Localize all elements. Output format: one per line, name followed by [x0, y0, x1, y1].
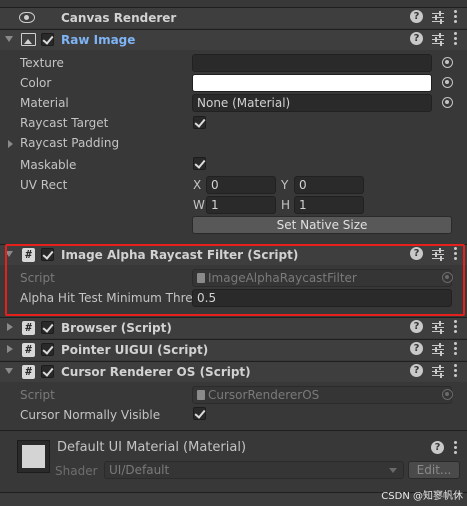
more-icon[interactable] [453, 441, 457, 454]
eyedropper-icon[interactable] [442, 77, 453, 88]
script-icon: # [22, 365, 35, 379]
uv-h-label[interactable]: H [281, 198, 290, 212]
component-title: Canvas Renderer [61, 11, 177, 25]
edit-shader-button[interactable]: Edit... [408, 461, 460, 479]
set-native-size-button[interactable]: Set Native Size [192, 216, 452, 234]
script-file-icon [197, 390, 205, 400]
fold-arrow-icon[interactable] [8, 140, 13, 148]
help-icon[interactable]: ? [410, 342, 423, 355]
chevron-down-icon [389, 468, 397, 473]
image-icon [21, 33, 36, 46]
fold-arrow-icon[interactable] [7, 323, 13, 331]
script-icon: # [22, 343, 35, 357]
color-field[interactable] [192, 74, 432, 92]
raw-image-header[interactable]: Raw Image ? [0, 29, 467, 50]
uv-w-label[interactable]: W [193, 198, 205, 212]
object-picker-icon[interactable] [442, 57, 453, 68]
texture-label: Texture [20, 56, 64, 70]
uv-y-field[interactable]: 0 [294, 176, 364, 194]
material-thumbnail[interactable] [17, 440, 50, 473]
maskable-label: Maskable [20, 158, 77, 172]
script-label: Script [20, 388, 55, 402]
pointer-uigui-header[interactable]: # Pointer UIGUI (Script) ? [0, 339, 467, 360]
component-title: Raw Image [61, 33, 136, 47]
uv-w-field[interactable]: 1 [206, 196, 276, 214]
fold-arrow-icon[interactable] [5, 368, 13, 374]
more-icon[interactable] [453, 342, 457, 355]
help-icon[interactable]: ? [410, 32, 423, 45]
canvas-renderer-header[interactable]: Canvas Renderer ? [0, 7, 467, 28]
help-icon[interactable]: ? [431, 441, 444, 454]
uv-h-field[interactable]: 1 [294, 196, 364, 214]
more-icon[interactable] [453, 364, 457, 377]
presets-icon[interactable] [432, 364, 444, 378]
shader-dropdown[interactable]: UI/Default [104, 461, 404, 479]
help-icon[interactable]: ? [410, 320, 423, 333]
uv-x-field[interactable]: 0 [206, 176, 276, 194]
help-icon[interactable]: ? [410, 10, 423, 23]
help-icon[interactable]: ? [410, 364, 423, 377]
maskable-checkbox[interactable] [193, 157, 206, 170]
material-label: Material [20, 96, 69, 110]
material-field[interactable]: None (Material) [192, 94, 432, 112]
presets-icon[interactable] [432, 32, 444, 46]
eye-icon [19, 12, 35, 23]
raycast-padding-label[interactable]: Raycast Padding [20, 136, 119, 150]
material-title: Default UI Material (Material) [57, 440, 247, 455]
cursor-renderer-header[interactable]: # Cursor Renderer OS (Script) ? [0, 361, 467, 382]
texture-field[interactable] [192, 54, 432, 72]
component-enabled-checkbox[interactable] [41, 33, 54, 46]
browser-header[interactable]: # Browser (Script) ? [0, 317, 467, 338]
fold-arrow-icon[interactable] [5, 36, 13, 42]
raycast-target-checkbox[interactable] [193, 116, 206, 129]
cursor-visible-checkbox[interactable] [193, 407, 206, 420]
cursor-visible-label: Cursor Normally Visible [20, 408, 161, 422]
watermark: CSDN @知寥帆休 [381, 491, 463, 502]
more-icon[interactable] [453, 32, 457, 45]
script-icon: # [22, 321, 35, 335]
highlight-box [5, 244, 465, 316]
uv-y-label[interactable]: Y [281, 178, 288, 192]
object-picker-icon [442, 389, 453, 400]
presets-icon[interactable] [432, 342, 444, 356]
fold-arrow-icon[interactable] [7, 345, 13, 353]
shader-label: Shader [55, 464, 98, 478]
more-icon[interactable] [453, 320, 457, 333]
raycast-target-label: Raycast Target [20, 116, 109, 130]
object-picker-icon[interactable] [442, 97, 453, 108]
color-label: Color [20, 76, 52, 90]
component-enabled-checkbox[interactable] [41, 321, 54, 334]
component-title: Browser (Script) [61, 321, 172, 335]
component-enabled-checkbox[interactable] [41, 343, 54, 356]
more-icon[interactable] [453, 10, 457, 23]
presets-icon[interactable] [432, 320, 444, 334]
component-enabled-checkbox[interactable] [41, 365, 54, 378]
component-title: Cursor Renderer OS (Script) [61, 365, 251, 379]
presets-icon[interactable] [432, 10, 444, 24]
uv-x-label[interactable]: X [193, 178, 201, 192]
component-title: Pointer UIGUI (Script) [61, 343, 209, 357]
script-field: CursorRendererOS [192, 386, 452, 404]
material-preview-section: Default UI Material (Material) ? Shader … [0, 430, 467, 492]
uv-rect-label: UV Rect [20, 178, 68, 192]
